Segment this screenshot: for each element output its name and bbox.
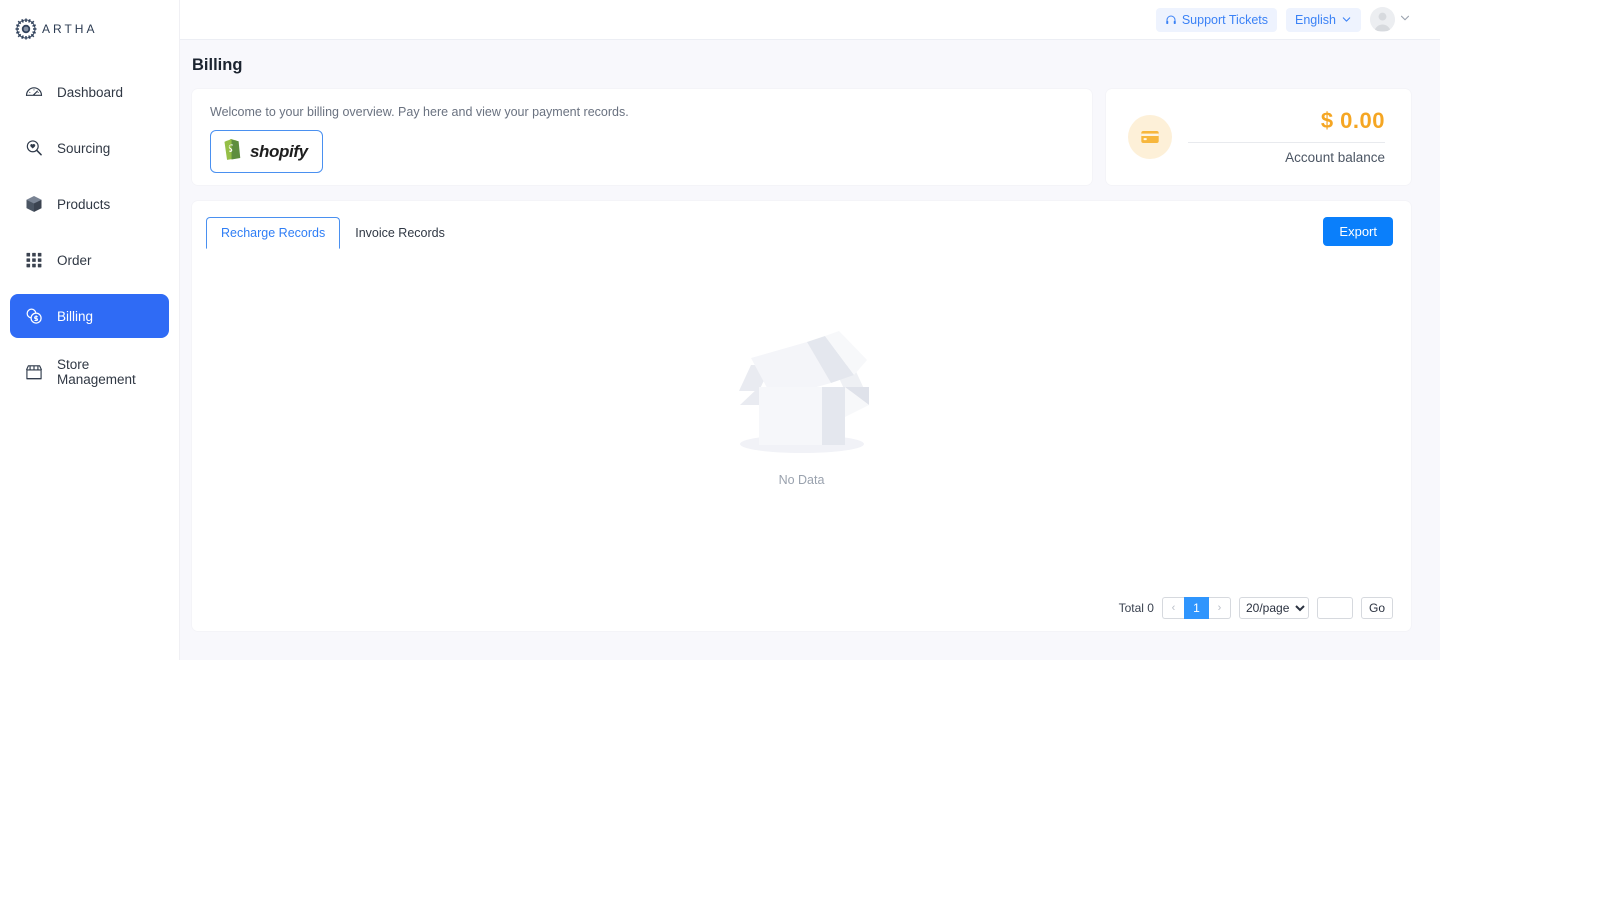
page-jump-input[interactable] xyxy=(1316,597,1353,619)
app-root: ARTHA Dashboard Sourcing Products Order … xyxy=(0,0,1440,660)
sidebar-item-label: Billing xyxy=(57,308,94,324)
sidebar-item-label: Sourcing xyxy=(57,140,111,156)
headset-icon xyxy=(1165,14,1177,26)
empty-state: No Data xyxy=(192,287,1411,487)
storefront-icon xyxy=(24,362,44,382)
tab-recharge-records[interactable]: Recharge Records xyxy=(206,217,341,249)
credit-card-icon xyxy=(1128,115,1172,159)
empty-state-label: No Data xyxy=(778,473,825,487)
balance-amount: $ 0.00 xyxy=(1320,108,1385,134)
sidebar-item-dashboard[interactable]: Dashboard xyxy=(10,70,169,114)
balance-values: $ 0.00 Account balance xyxy=(1188,108,1385,165)
balance-label: Account balance xyxy=(1285,149,1385,165)
pagination-total: Total 0 xyxy=(1118,601,1154,615)
coins-dollar-icon xyxy=(24,306,44,326)
welcome-card: Welcome to your billing overview. Pay he… xyxy=(192,89,1092,185)
box-icon xyxy=(24,194,44,214)
sidebar-item-label: Dashboard xyxy=(57,84,124,100)
records-tabs: Recharge Records Invoice Records xyxy=(206,217,460,249)
records-card: Recharge Records Invoice Records Export xyxy=(192,201,1411,631)
sidebar-item-label: Store Management xyxy=(57,357,136,387)
empty-box-icon xyxy=(707,287,897,467)
welcome-text: Welcome to your billing overview. Pay he… xyxy=(210,105,629,119)
sidebar-item-order[interactable]: Order xyxy=(10,238,169,282)
speedometer-icon xyxy=(24,82,44,102)
account-balance-card: $ 0.00 Account balance xyxy=(1106,89,1411,185)
page-title: Billing xyxy=(192,56,243,74)
chevron-right-icon[interactable]: › xyxy=(1208,597,1231,619)
top-header: Support Tickets English xyxy=(180,0,1440,40)
export-button[interactable]: Export xyxy=(1323,217,1393,246)
pagination: Total 0 ‹ 1 › 20/page Go xyxy=(1119,597,1393,619)
sidebar-item-billing[interactable]: Billing xyxy=(10,294,169,338)
user-menu[interactable] xyxy=(1370,7,1411,32)
chevron-down-icon xyxy=(1399,11,1411,29)
language-label: English xyxy=(1295,12,1336,27)
sidebar-item-label: Products xyxy=(57,196,111,212)
shopify-connect-button[interactable]: shopify xyxy=(210,130,323,173)
support-tickets-button[interactable]: Support Tickets xyxy=(1155,7,1277,32)
brand-name: ARTHA xyxy=(42,22,98,36)
page-size-select[interactable]: 20/page xyxy=(1238,597,1309,619)
main-content: Billing Welcome to your billing overview… xyxy=(180,40,1440,660)
mandala-gear-icon xyxy=(14,17,38,41)
page-go-button[interactable]: Go xyxy=(1360,597,1393,619)
user-avatar-icon xyxy=(1370,7,1395,32)
records-toolbar: Recharge Records Invoice Records Export xyxy=(206,217,1393,249)
shopify-bag-icon xyxy=(221,137,243,166)
pagination-pages: ‹ 1 › xyxy=(1161,597,1231,619)
brand-logo[interactable]: ARTHA xyxy=(0,0,179,44)
sidebar-item-sourcing[interactable]: Sourcing xyxy=(10,126,169,170)
billing-summary-row: Welcome to your billing overview. Pay he… xyxy=(192,89,1411,185)
shopify-label: shopify xyxy=(250,141,308,161)
support-tickets-label: Support Tickets xyxy=(1181,12,1268,27)
sidebar-item-products[interactable]: Products xyxy=(10,182,169,226)
grid-dots-icon xyxy=(24,250,44,270)
search-heart-icon xyxy=(24,138,44,158)
chevron-down-icon xyxy=(1341,14,1352,25)
chevron-left-icon[interactable]: ‹ xyxy=(1161,597,1184,619)
sidebar: ARTHA Dashboard Sourcing Products Order … xyxy=(0,0,180,660)
page-number-1[interactable]: 1 xyxy=(1183,597,1209,619)
tab-invoice-records[interactable]: Invoice Records xyxy=(340,217,460,249)
language-selector[interactable]: English xyxy=(1286,7,1361,32)
sidebar-item-label: Order xyxy=(57,252,92,268)
balance-divider xyxy=(1188,141,1385,143)
sidebar-item-store-management[interactable]: Store Management xyxy=(10,350,169,394)
sidebar-nav: Dashboard Sourcing Products Order Billin… xyxy=(0,70,179,394)
